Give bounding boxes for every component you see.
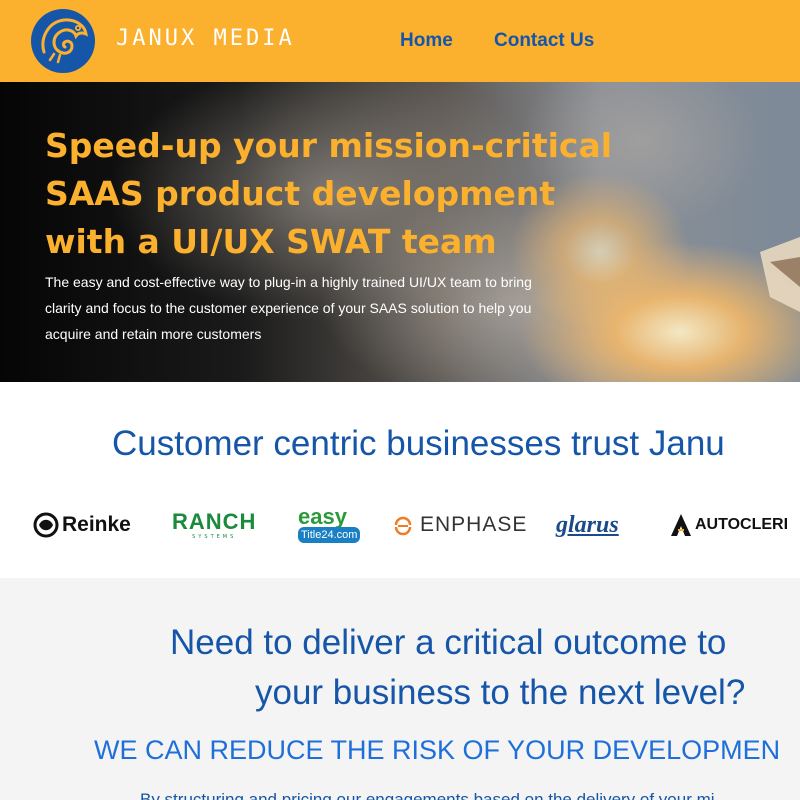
engagement-body-text: By structuring and pricing our engagemen…: [140, 790, 715, 800]
client-logo-reinke: Reinke: [33, 500, 131, 550]
autoclerk-logo-text: AUTOCLERI: [695, 516, 789, 533]
risk-subheading: WE CAN REDUCE THE RISK OF YOUR DEVELOPME…: [94, 735, 781, 765]
ranch-logo-subtext: SYSTEMS: [192, 534, 237, 540]
easy-logo-text: easy: [298, 504, 347, 529]
reinke-logo-text: Reinke: [62, 513, 131, 536]
hero-subtitle-line: The easy and cost-effective way to plug-…: [45, 274, 532, 290]
outcome-heading-line: your business to the next level?: [255, 673, 746, 712]
ranch-logo-text: RANCH: [172, 509, 257, 534]
hero-title-line: SAAS product development: [45, 174, 556, 213]
reinke-globe-icon: [33, 512, 59, 538]
hero-title-line: with a UI/UX SWAT team: [45, 222, 497, 261]
autoclerk-icon: [671, 514, 691, 536]
client-logo-easy-title24: easy Title24.com: [298, 500, 361, 550]
hero-subtitle-line: acquire and retain more customers: [45, 326, 262, 342]
enphase-icon: [394, 516, 412, 536]
title24-logo-text: Title24.com: [298, 527, 361, 543]
hero-subtitle: The easy and cost-effective way to plug-…: [45, 269, 605, 347]
outcome-section: Need to deliver a critical outcome to yo…: [0, 578, 800, 800]
outcome-heading-line: Need to deliver a critical outcome to: [170, 623, 727, 662]
nav-contact-link[interactable]: Contact Us: [494, 28, 594, 54]
client-logo-ranch-systems: RANCH SYSTEMS: [172, 500, 256, 550]
hero-title-line: Speed-up your mission-critical: [45, 126, 613, 165]
client-logo-autoclerk: AUTOCLERI: [670, 500, 788, 550]
chameleon-logo-icon[interactable]: [30, 8, 96, 74]
trust-heading: Customer centric businesses trust Janu: [112, 424, 725, 463]
enphase-logo-text: ENPHASE: [420, 513, 528, 536]
brand-name[interactable]: JANUX MEDIA: [116, 24, 295, 54]
client-logo-glarus: glarus: [556, 500, 619, 550]
client-logo-enphase: ENPHASE: [392, 500, 527, 550]
site-header: JANUX MEDIA Home Contact Us: [0, 0, 800, 82]
hero-title: Speed-up your mission-critical SAAS prod…: [45, 122, 645, 266]
nav-home-link[interactable]: Home: [400, 28, 453, 54]
hero-banner: Speed-up your mission-critical SAAS prod…: [0, 82, 800, 382]
glarus-logo-text: glarus: [556, 511, 619, 538]
hero-subtitle-line: clarity and focus to the customer experi…: [45, 300, 532, 316]
